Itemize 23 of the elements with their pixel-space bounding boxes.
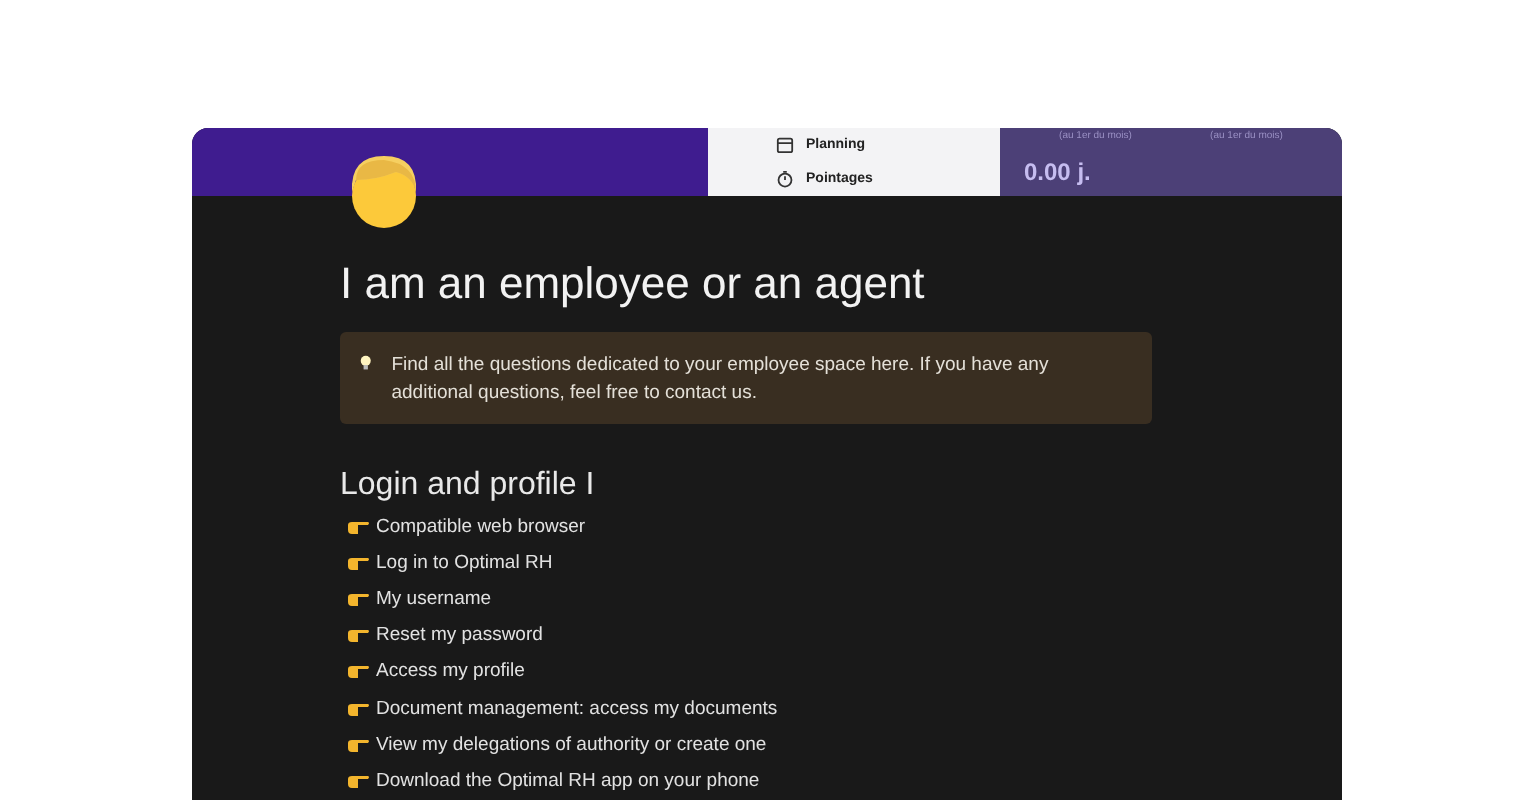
faq-link[interactable]: View my delegations of authority or create one (376, 733, 767, 756)
pointing-hand-icon (346, 626, 370, 645)
calendar-icon (776, 136, 794, 154)
faq-link[interactable]: Reset my password (376, 624, 543, 647)
pointing-hand-icon (346, 662, 370, 681)
callout-text: Find all the questions dedicated to your employee space here. If you have any additional questions, feel free to contact us. (391, 352, 1051, 408)
pointing-hand-icon (346, 699, 370, 718)
pointing-hand-icon (346, 589, 370, 608)
pointing-hand-icon (346, 553, 370, 572)
faq-link[interactable]: Compatible web browser (376, 515, 586, 538)
section-heading: Login and profile I (340, 468, 597, 504)
pointing-hand-icon (346, 771, 370, 790)
page-title: I am an employee or an agent (340, 256, 927, 312)
pointing-hand-icon (346, 735, 370, 754)
faq-link[interactable]: Download the Optimal RH app on your phone (376, 769, 760, 792)
faq-link[interactable]: Document management: access my documents (376, 697, 778, 720)
stat-value: 0.00 j. (1022, 156, 1093, 190)
lightbulb-icon (360, 352, 372, 374)
faq-link[interactable]: Access my profile (376, 660, 525, 683)
stopwatch-icon (776, 170, 794, 188)
pointing-hand-icon (346, 517, 370, 536)
faq-link[interactable]: My username (376, 587, 492, 610)
faq-link[interactable]: Log in to Optimal RH (376, 551, 553, 574)
